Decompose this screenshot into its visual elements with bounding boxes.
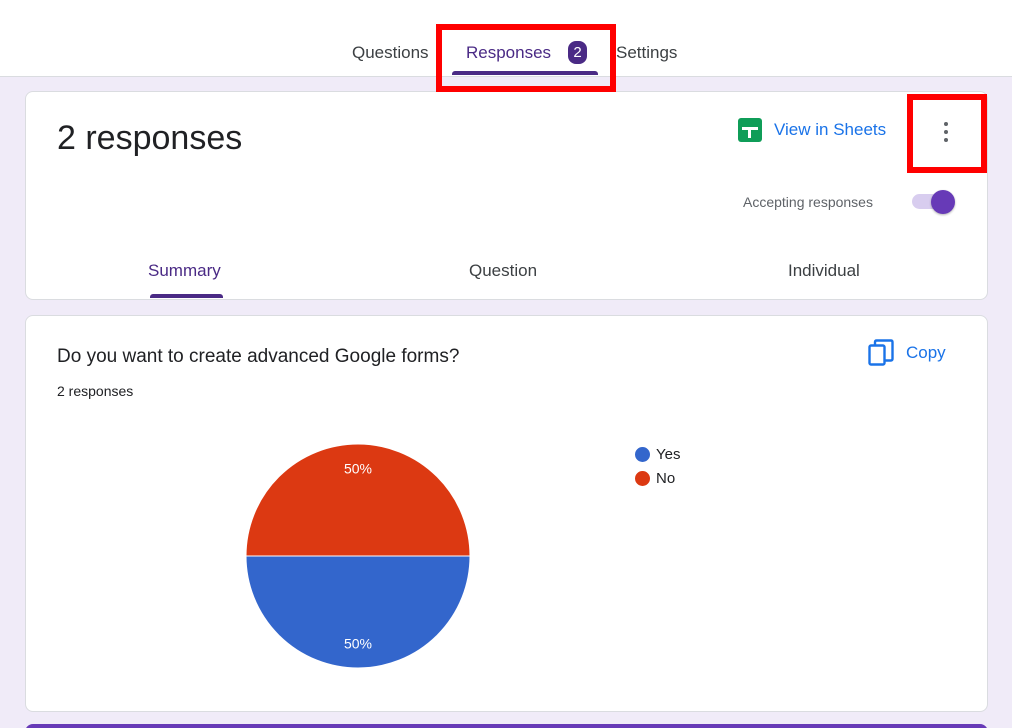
active-tab-indicator — [452, 71, 598, 75]
legend-swatch-yes — [635, 446, 650, 462]
tab-responses[interactable]: Responses — [466, 43, 551, 63]
accepting-responses-label: Accepting responses — [743, 194, 873, 210]
more-vert-icon — [944, 130, 948, 134]
summary-tab-indicator — [150, 294, 223, 298]
question-response-count: 2 responses — [57, 383, 134, 399]
copy-label: Copy — [906, 343, 946, 362]
responses-count-badge: 2 — [568, 41, 587, 64]
tab-settings[interactable]: Settings — [616, 43, 677, 63]
top-bar: Questions Responses 2 Settings — [0, 0, 1012, 77]
question-summary-card: Do you want to create advanced Google fo… — [25, 315, 988, 712]
responses-title: 2 responses — [57, 119, 243, 157]
legend-label-no: No — [656, 469, 676, 487]
pie-label-yes: 50% — [344, 635, 372, 651]
pie-chart: 50% 50% — [245, 443, 471, 669]
tab-questions[interactable]: Questions — [352, 43, 429, 63]
copy-icon — [868, 339, 894, 366]
question-title: Do you want to create advanced Google fo… — [57, 346, 460, 367]
sheets-icon — [738, 118, 762, 142]
view-in-sheets-button[interactable]: View in Sheets — [738, 116, 886, 144]
more-vert-icon — [944, 122, 948, 126]
legend-label-yes: Yes — [656, 445, 681, 463]
responses-header-card: 2 responses View in Sheets Accepting res… — [25, 91, 988, 300]
chart-legend: Yes No — [635, 442, 680, 490]
pie-label-no: 50% — [344, 461, 372, 477]
copy-chart-button[interactable]: Copy — [868, 339, 946, 367]
more-vert-icon — [944, 138, 948, 142]
more-options-button[interactable] — [931, 117, 961, 147]
tab-question[interactable]: Question — [469, 261, 537, 281]
legend-item-yes: Yes — [635, 442, 680, 466]
toggle-thumb — [931, 190, 955, 214]
legend-item-no: No — [635, 466, 680, 490]
next-card-edge — [25, 724, 988, 728]
tab-individual[interactable]: Individual — [788, 261, 860, 281]
accepting-responses-toggle[interactable] — [910, 190, 958, 214]
legend-swatch-no — [635, 470, 650, 486]
view-in-sheets-label: View in Sheets — [774, 120, 887, 139]
tab-summary[interactable]: Summary — [148, 261, 221, 281]
